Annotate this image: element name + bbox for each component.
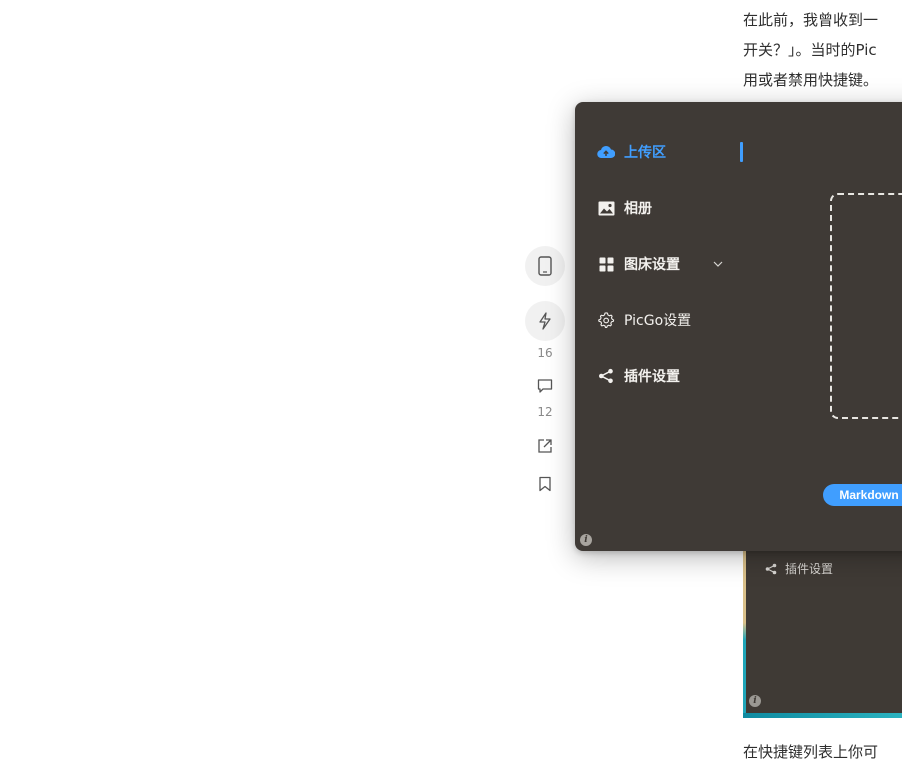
image-icon [597,199,615,217]
chevron-down-icon[interactable] [711,257,725,271]
markdown-format-button[interactable]: Markdown [823,484,902,506]
mobile-view-button[interactable] [525,246,565,286]
nav-item-album[interactable]: 相册 [597,198,652,218]
external-link-icon [538,439,552,453]
grid-icon [597,255,615,273]
nav-item-label: 图床设置 [624,257,680,273]
cloud-upload-icon [597,143,615,161]
article-line-3: 用或者禁用快捷键。 [743,71,879,89]
wallpaper-bottom-strip [743,713,902,718]
lightning-icon [539,312,551,330]
nav-item-plugin-settings[interactable]: 插件设置 [597,366,680,386]
phone-icon [538,256,552,276]
picgo-window: 上传区 相册 图床设置 PicGo设置 插件设置 Markdown i [575,102,902,551]
nav-item-label: PicGo设置 [624,313,692,329]
comment-icon [537,379,553,393]
share-button[interactable] [525,434,565,458]
bg-nav-item-label: 插件设置 [785,562,834,576]
bookmark-icon [539,476,551,492]
upload-dropzone[interactable] [830,193,902,419]
article-line-1: 在此前，我曾收到一 [743,11,879,29]
gear-icon [597,311,615,329]
nav-item-label: 相册 [624,201,652,217]
background-screenshot: 插件设置 i [743,545,902,718]
active-indicator [740,142,743,162]
like-button[interactable] [525,301,565,341]
nav-item-image-host-settings[interactable]: 图床设置 [597,254,680,274]
comment-count: 12 [537,405,553,419]
nav-item-picgo-settings[interactable]: PicGo设置 [597,310,691,330]
info-icon: i [749,695,761,707]
info-icon[interactable]: i [580,534,592,546]
article-bottom-line: 在快捷键列表上你可 [743,743,879,761]
bookmark-button[interactable] [525,472,565,496]
article-line-2: 开关？」。当时的Pic [743,41,877,59]
nav-item-label: 插件设置 [624,369,680,385]
nav-item-label: 上传区 [624,145,666,161]
comment-button[interactable] [525,374,565,398]
nav-item-upload[interactable]: 上传区 [597,142,666,162]
share-icon [597,367,615,385]
like-count: 16 [537,346,553,360]
wallpaper-strip [743,545,746,718]
share-icon [765,563,777,574]
bg-nav-item-plugins: 插件设置 [765,560,833,577]
